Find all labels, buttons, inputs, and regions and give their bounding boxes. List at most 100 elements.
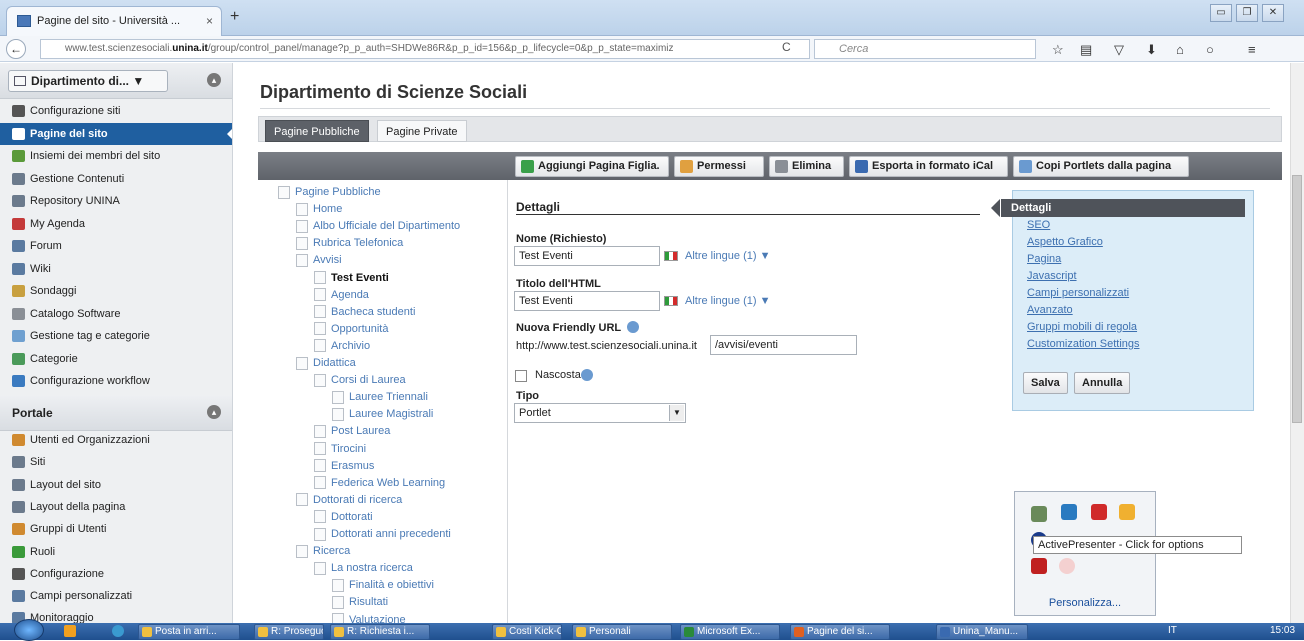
portal-item[interactable]: Layout del sito [0, 474, 232, 496]
taskbar-button[interactable]: Posta in arri... [138, 624, 240, 640]
sidebar-item[interactable]: Wiki [0, 258, 232, 280]
minimize-button[interactable]: ▭ [1210, 4, 1232, 22]
taskbar-button[interactable]: Unina_Manu... [936, 624, 1028, 640]
tab-close-icon[interactable]: × [206, 14, 213, 28]
download-icon[interactable]: ⬇ [1146, 42, 1157, 58]
sidebar-item[interactable]: Repository UNINA [0, 190, 232, 212]
tree-node[interactable]: Pagine Pubbliche [278, 184, 381, 200]
html-title-input[interactable]: Test Eventi [514, 291, 660, 311]
sidebar-item[interactable]: Forum [0, 235, 232, 257]
taskbar-button[interactable]: Pagine del si... [790, 624, 890, 640]
browser-search-input[interactable]: Cerca [814, 39, 1036, 59]
toolbar-button[interactable]: Esporta in formato iCal [849, 156, 1008, 177]
browser-tab[interactable]: Pagine del sito - Università ... × [6, 6, 222, 36]
chat-bubble-icon[interactable]: ○ [1206, 42, 1214, 57]
tree-node[interactable]: Ricerca [296, 543, 350, 559]
portal-item[interactable]: Utenti ed Organizzazioni [0, 429, 232, 451]
tree-node[interactable]: Finalità e obiettivi [332, 577, 434, 593]
toolbar-button[interactable]: Copi Portlets dalla pagina [1013, 156, 1189, 177]
sidebar-item[interactable]: Gestione Contenuti [0, 168, 232, 190]
settings-link[interactable]: Gruppi mobili di regola [1027, 321, 1137, 333]
tree-node[interactable]: Agenda [314, 287, 369, 303]
tree-node[interactable]: Erasmus [314, 458, 374, 474]
sidebar-item[interactable]: Catalogo Software [0, 303, 232, 325]
tree-node[interactable]: Dottorati anni precedenti [314, 526, 451, 542]
collapse-icon[interactable]: ▴ [207, 73, 221, 87]
outlook-pinned-icon[interactable] [64, 625, 76, 637]
portal-item[interactable]: Gruppi di Utenti [0, 518, 232, 540]
menu-icon[interactable]: ≡ [1248, 42, 1256, 57]
collapse-icon[interactable]: ▴ [207, 405, 221, 419]
scrollbar-thumb[interactable] [1292, 175, 1302, 423]
sidebar-item[interactable]: My Agenda [0, 213, 232, 235]
hidden-checkbox[interactable] [515, 370, 527, 382]
tab-private-pages[interactable]: Pagine Private [377, 120, 467, 142]
tree-node[interactable]: Federica Web Learning [314, 475, 445, 491]
sidebar-item[interactable]: Configurazione siti [0, 100, 232, 122]
settings-active-item[interactable]: Dettagli [991, 199, 1245, 217]
window-close-button[interactable]: ✕ [1262, 4, 1284, 22]
settings-link[interactable]: Customization Settings [1027, 338, 1140, 350]
settings-link[interactable]: Avanzato [1027, 304, 1073, 316]
toolbar-button[interactable]: Permessi [674, 156, 764, 177]
portal-item[interactable]: Layout della pagina [0, 496, 232, 518]
taskbar-button[interactable]: Microsoft Ex... [680, 624, 780, 640]
taskbar-button[interactable]: Costi Kick-O... [492, 624, 562, 640]
help-icon[interactable] [581, 369, 593, 381]
cancel-button[interactable]: Annulla [1074, 372, 1131, 394]
toolbar-button[interactable]: Aggiungi Pagina Figlia. [515, 156, 669, 177]
tab-public-pages[interactable]: Pagine Pubbliche [265, 120, 369, 142]
tree-node[interactable]: Avvisi [296, 252, 342, 268]
settings-link[interactable]: Javascript [1027, 270, 1077, 282]
tree-node[interactable]: Post Laurea [314, 423, 390, 439]
bookmark-star-icon[interactable]: ☆ [1052, 42, 1064, 58]
tree-node[interactable]: Valutazione [332, 612, 406, 623]
customize-link[interactable]: Personalizza... [1015, 597, 1155, 609]
settings-link[interactable]: Campi personalizzati [1027, 287, 1129, 299]
portal-item[interactable]: Ruoli [0, 541, 232, 563]
language-indicator[interactable]: IT [1168, 625, 1177, 636]
tree-node[interactable]: Archivio [314, 338, 370, 354]
name-input[interactable]: Test Eventi [514, 246, 660, 266]
sidebar-item[interactable]: Gestione tag e categorie [0, 325, 232, 347]
tree-node[interactable]: La nostra ricerca [314, 560, 413, 576]
settings-link[interactable]: Aspetto Grafico [1027, 236, 1103, 248]
tree-node[interactable]: Test Eventi [314, 270, 389, 286]
restore-button[interactable]: ❐ [1236, 4, 1258, 22]
tree-node[interactable]: Didattica [296, 355, 356, 371]
tray-app-icon[interactable] [1031, 558, 1047, 574]
portal-item[interactable]: Configurazione [0, 563, 232, 585]
back-arrow-icon[interactable]: ← [6, 39, 26, 59]
tray-app-icon[interactable] [1031, 506, 1047, 522]
tree-node[interactable]: Lauree Triennali [332, 389, 428, 405]
clock[interactable]: 15:03 [1270, 625, 1295, 636]
sidebar-item[interactable]: Categorie [0, 348, 232, 370]
tray-app-icon[interactable] [1119, 504, 1135, 520]
friendly-url-input[interactable]: /avvisi/eventi [710, 335, 857, 355]
tray-app-icon[interactable] [1061, 504, 1077, 520]
portal-item[interactable]: Campi personalizzati [0, 585, 232, 607]
start-button[interactable] [14, 619, 44, 641]
tree-node[interactable]: Risultati [332, 594, 388, 610]
site-selector[interactable]: Dipartimento di... ▼ [8, 70, 168, 92]
tree-node[interactable]: Corsi di Laurea [314, 372, 406, 388]
sidebar-item[interactable]: Pagine del sito [0, 122, 232, 145]
type-select[interactable]: Portlet [514, 403, 686, 423]
new-tab-button[interactable]: + [230, 8, 239, 26]
taskbar-button[interactable]: Personali [572, 624, 672, 640]
other-languages-link[interactable]: Altre lingue (1) ▼ [685, 295, 770, 307]
settings-link[interactable]: Pagina [1027, 253, 1061, 265]
settings-link[interactable]: SEO [1027, 219, 1050, 231]
tree-node[interactable]: Tirocini [314, 441, 366, 457]
sidebar-item[interactable]: Configurazione workflow [0, 370, 232, 392]
activepresenter-icon[interactable] [1059, 558, 1075, 574]
save-button[interactable]: Salva [1023, 372, 1068, 394]
tree-node[interactable]: Rubrica Telefonica [296, 235, 403, 251]
tree-node[interactable]: Bacheca studenti [314, 304, 415, 320]
chevron-down-icon[interactable]: ▼ [669, 405, 684, 421]
tree-node[interactable]: Home [296, 201, 342, 217]
taskbar-button[interactable]: R: Richiesta i... [330, 624, 430, 640]
url-bar[interactable]: www.test.scienzesociali.unina.it/group/c… [40, 39, 810, 59]
tree-node[interactable]: Opportunità [314, 321, 388, 337]
help-icon[interactable] [627, 321, 639, 333]
